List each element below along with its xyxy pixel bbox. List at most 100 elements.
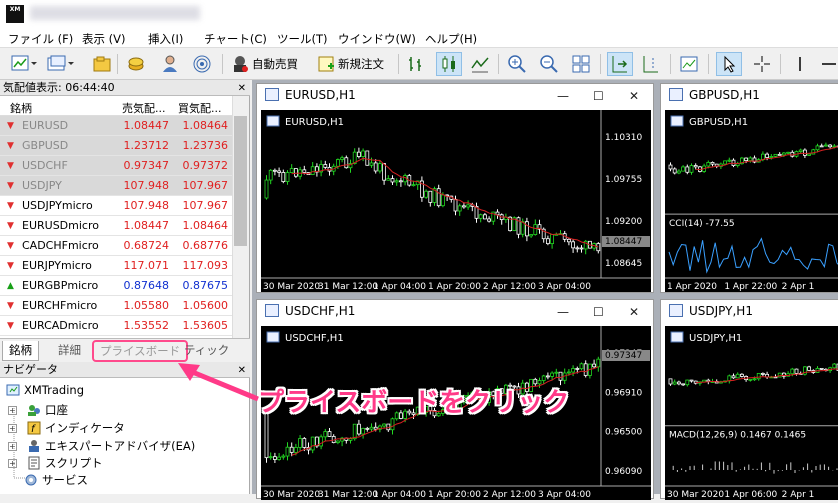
chart-canvas[interactable]: GBPUSD,H1 CCI(14) -77.55 1 Apr 2020 1 Apr 2…	[665, 110, 838, 292]
market-watch-button[interactable]	[124, 52, 148, 76]
profiles-button[interactable]	[44, 52, 78, 76]
callout-arrow-icon	[178, 363, 259, 402]
symbol-name: GBPUSD	[22, 139, 69, 152]
toolbar: 自動売買 新規注文	[0, 48, 838, 80]
navigator-button[interactable]	[158, 52, 182, 76]
ask-price: 1.23736	[182, 139, 229, 152]
maximize-icon[interactable]: ☐	[593, 85, 604, 107]
column-ask[interactable]: 買気配...	[178, 100, 222, 116]
table-row[interactable]: ▼ USDCHF 0.97347 0.97372	[0, 156, 232, 176]
crosshair-button[interactable]	[750, 52, 774, 76]
symbol-name: EURCHFmicro	[22, 299, 98, 312]
candle	[777, 153, 782, 156]
line-chart-button[interactable]	[468, 52, 492, 76]
close-icon[interactable]: ✕	[629, 85, 639, 107]
chart-svg: GBPUSD,H1 CCI(14) -77.55 1 Apr 2020 1 Apr 2…	[665, 115, 838, 292]
price-tick-label: 0.96500	[605, 428, 642, 438]
time-tick-label: 2 Apr 12:00	[483, 490, 536, 500]
templates-button[interactable]	[90, 52, 114, 76]
candle	[706, 161, 711, 167]
scrollbar-thumb[interactable]	[234, 116, 247, 246]
auto-trade-icon	[234, 56, 248, 72]
horizontal-line-button[interactable]	[818, 52, 838, 76]
chart-canvas[interactable]: USDJPY,H1 MACD(12,26,9) 0.1467 0.1465 30 M…	[665, 326, 838, 500]
menu-file[interactable]: ファイル (F)	[8, 31, 73, 47]
symbol-name: USDJPY	[22, 179, 62, 192]
tab-details[interactable]: 詳細	[52, 341, 87, 361]
chart-window-gbpusd[interactable]: GBPUSD,H1 GBPUSD,H1 CCI(14) -77.55 1 Apr 2…	[660, 83, 838, 293]
candle	[828, 144, 833, 148]
chart-icon	[669, 304, 683, 317]
table-row[interactable]: ▼ EURCADmicro 1.53552 1.53605	[0, 316, 232, 336]
candle	[272, 169, 277, 172]
time-tick-label: 1 Apr 04:00	[373, 490, 426, 500]
nav-item-expert-advisors[interactable]: + エキスパートアドバイザ(EA)	[8, 438, 195, 454]
bid-price: 1.53552	[123, 319, 170, 332]
table-row[interactable]: ▼ CADCHFmicro 0.68724 0.68776	[0, 236, 232, 256]
close-icon[interactable]: ✕	[629, 301, 639, 323]
candle	[373, 426, 378, 430]
menu-view[interactable]: 表示 (V)	[82, 31, 126, 47]
menu-window[interactable]: ウインドウ(W)	[338, 31, 416, 47]
table-row[interactable]: ▼ USDJPY 107.948 107.967	[0, 176, 232, 196]
bar-chart-button[interactable]	[404, 52, 428, 76]
zoom-out-button[interactable]	[537, 52, 561, 76]
signals-button[interactable]	[190, 52, 214, 76]
chart-window-usdjpy[interactable]: USDJPY,H1 USDJPY,H1 MACD(12,26,9) 0.1467 …	[660, 299, 838, 500]
candle	[756, 372, 761, 380]
time-tick-label: 1 Apr 20:00	[428, 490, 481, 500]
candle	[268, 456, 273, 459]
tile-windows-button[interactable]	[569, 52, 593, 76]
candle	[289, 168, 294, 173]
price-tick-label: 1.09200	[605, 217, 642, 227]
ask-price: 0.68776	[182, 239, 229, 252]
table-row[interactable]: ▼ EURUSD 1.08447 1.08464	[0, 116, 232, 136]
menu-help[interactable]: ヘルプ(H)	[425, 31, 477, 47]
new-chart-button[interactable]	[8, 52, 40, 76]
chart-window-eurusd[interactable]: EURUSD,H1 — ☐ ✕ EURUSD,H1 1.10310 1.09755 1…	[256, 83, 654, 293]
chart-icon	[669, 88, 683, 101]
column-bid[interactable]: 売気配...	[122, 100, 166, 116]
candle	[398, 180, 403, 183]
candlestick-icon	[442, 56, 455, 72]
new-order-button[interactable]: 新規注文	[314, 52, 386, 76]
table-row[interactable]: ▼ GBPUSD 1.23712 1.23736	[0, 136, 232, 156]
menu-insert[interactable]: 挿入(I)	[148, 31, 183, 47]
zoom-in-button[interactable]	[505, 52, 529, 76]
close-icon[interactable]: ✕	[238, 81, 246, 96]
minimize-icon[interactable]: —	[557, 301, 569, 323]
chart-shift-button[interactable]	[639, 52, 663, 76]
maximize-icon[interactable]: ☐	[593, 301, 604, 323]
menu-tools[interactable]: ツール(T)	[277, 31, 328, 47]
candle	[782, 152, 786, 156]
table-row[interactable]: ▼ USDJPYmicro 107.948 107.967	[0, 196, 232, 216]
nav-root[interactable]: XMTrading	[6, 383, 84, 397]
candle	[310, 166, 315, 176]
table-row[interactable]: ▲ EURGBPmicro 0.87648 0.87675	[0, 276, 232, 296]
candle	[382, 163, 386, 181]
candle	[461, 205, 466, 208]
nav-label: スクリプト	[45, 456, 103, 470]
chart-window-titlebar: USDCHF,H1 — ☐ ✕	[257, 300, 653, 322]
minimize-icon[interactable]: —	[557, 85, 569, 107]
menu-chart[interactable]: チャート(C)	[204, 31, 267, 47]
time-tick-label: 2 Apr 12:00	[483, 282, 536, 292]
time-tick-label: 2 Apr 1	[782, 282, 815, 292]
candlestick-button[interactable]	[436, 52, 462, 76]
candle	[668, 378, 673, 385]
vertical-line-button[interactable]	[792, 52, 808, 76]
table-row[interactable]: ▼ EURUSDmicro 1.08447 1.08464	[0, 216, 232, 236]
candle	[272, 456, 277, 460]
tab-symbols[interactable]: 銘柄	[2, 341, 39, 361]
cursor-button[interactable]	[716, 52, 742, 76]
candle	[357, 423, 361, 435]
column-symbol[interactable]: 銘柄	[10, 100, 32, 116]
chart-canvas[interactable]: EURUSD,H1 1.10310 1.09755 1.09200 1.08645 1.0…	[261, 110, 651, 292]
market-watch-columns: 銘柄 売気配... 買気配...	[0, 96, 232, 116]
templates-chart-button[interactable]	[677, 52, 701, 76]
auto-trade-button[interactable]: 自動売買	[228, 52, 300, 76]
auto-scroll-button[interactable]	[607, 52, 633, 76]
table-row[interactable]: ▼ EURJPYmicro 117.071 117.093	[0, 256, 232, 276]
nav-item-services[interactable]: サービス	[24, 472, 88, 488]
table-row[interactable]: ▼ EURCHFmicro 1.05580 1.05600	[0, 296, 232, 316]
